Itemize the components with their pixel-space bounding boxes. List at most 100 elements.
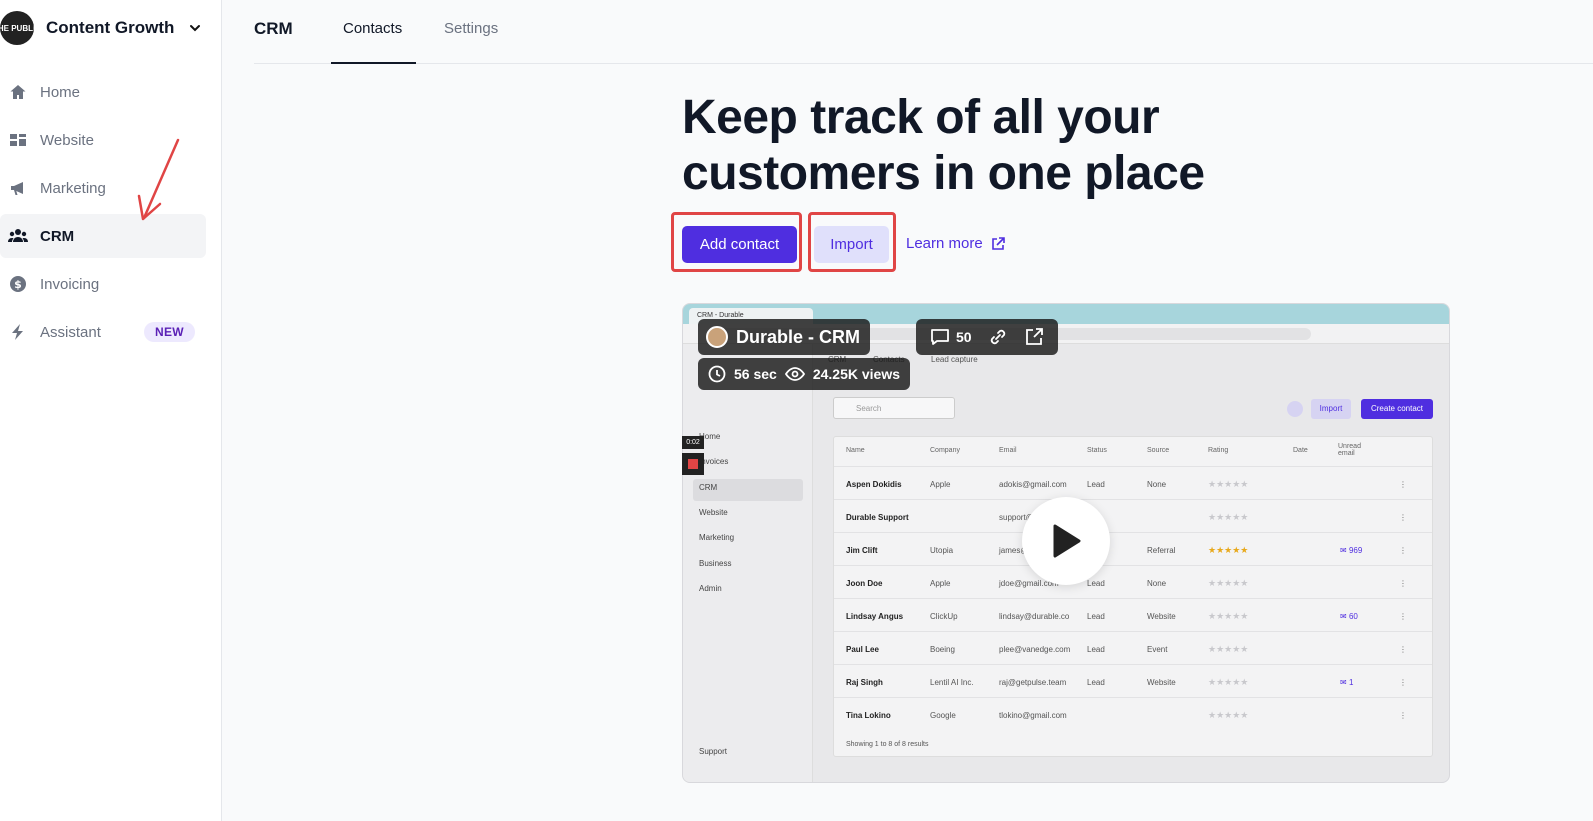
home-icon	[8, 82, 28, 102]
video-cell-status: Lead	[1087, 645, 1105, 654]
sidebar-item-assistant[interactable]: Assistant NEW	[0, 310, 206, 354]
video-settings-icon	[1287, 401, 1303, 417]
megaphone-icon	[8, 178, 28, 198]
video-title: Durable - CRM	[736, 326, 861, 347]
video-nav-admin: Admin	[699, 584, 722, 593]
open-external-icon[interactable]	[1024, 327, 1044, 347]
video-cell-email: raj@getpulse.team	[999, 678, 1067, 687]
page-title: Keep track of all your customers in one …	[682, 90, 1205, 202]
more-options-icon: ⋮	[1399, 711, 1407, 720]
video-cell-unread: ✉ 60	[1340, 612, 1358, 621]
video-cell-name: Tina Lokino	[846, 711, 891, 720]
video-cell-company: Apple	[930, 579, 951, 588]
mail-icon: ✉	[1340, 546, 1349, 555]
top-tab-bar: CRM Contacts Settings	[254, 0, 1593, 64]
section-title: CRM	[254, 19, 293, 38]
new-badge: NEW	[144, 322, 195, 342]
video-cell-name: Paul Lee	[846, 645, 879, 654]
video-cell-status: Lead	[1087, 678, 1105, 687]
video-cell-company: Boeing	[930, 645, 955, 654]
video-cell-source: Referral	[1147, 546, 1176, 555]
video-nav-marketing: Marketing	[699, 533, 735, 542]
rating-stars-icon: ★★★★★	[1208, 611, 1249, 621]
video-cell-unread: ✉ 1	[1340, 678, 1353, 687]
play-icon	[1053, 524, 1081, 558]
sidebar: THE PUBLIC Content Growth Home Website M…	[0, 0, 222, 821]
workspace-name: Content Growth	[46, 18, 175, 37]
workspace-logo: THE PUBLIC	[0, 11, 34, 45]
sidebar-item-label: Invoicing	[40, 275, 100, 293]
sidebar-item-home[interactable]: Home	[0, 70, 206, 114]
learn-more-link[interactable]: Learn more	[906, 235, 1005, 252]
video-cell-company: ClickUp	[930, 612, 958, 621]
video-table-row: Tina Lokino Google tlokino@gmail.com ★★★★★ ⋮	[834, 697, 1432, 730]
video-duration: 56 sec	[734, 366, 777, 382]
unread-count: 60	[1348, 612, 1358, 621]
tab-settings[interactable]: Settings	[444, 20, 498, 37]
rating-stars-icon: ★★★★★	[1208, 512, 1249, 522]
video-cell-source: Event	[1147, 645, 1168, 654]
rating-stars-icon: ★★★★★	[1208, 710, 1249, 720]
video-cell-email: plee@vanedge.com	[999, 645, 1071, 654]
video-actions-overlay: 50	[916, 319, 1058, 355]
stop-recording-icon[interactable]	[682, 453, 704, 475]
add-contact-button[interactable]: Add contact	[682, 226, 797, 263]
unread-count: 969	[1348, 546, 1363, 555]
page-title-line-2: customers in one place	[682, 147, 1205, 200]
sidebar-item-label: Assistant	[40, 323, 101, 341]
video-col-rating: Rating	[1208, 447, 1229, 454]
video-cell-email: adokis@gmail.com	[999, 480, 1067, 489]
more-options-icon: ⋮	[1399, 612, 1407, 621]
annotation-arrow-icon	[137, 138, 180, 221]
more-options-icon: ⋮	[1399, 678, 1407, 687]
mail-icon: ✉	[1340, 612, 1349, 621]
more-options-icon: ⋮	[1399, 579, 1407, 588]
video-cell-company: Utopia	[930, 546, 954, 555]
video-cell-source: Website	[1147, 678, 1176, 687]
workspace-switcher[interactable]: THE PUBLIC Content Growth	[0, 10, 202, 46]
video-cell-name: Durable Support	[846, 513, 909, 522]
more-options-icon: ⋮	[1399, 546, 1407, 555]
more-options-icon: ⋮	[1399, 645, 1407, 654]
video-cell-company: Lentil AI Inc.	[930, 678, 974, 687]
rating-stars-icon: ★★★★★	[1208, 578, 1249, 588]
rating-stars-icon: ★★★★★	[1208, 644, 1249, 654]
video-table-row: Durable Support support@ ★★★★★ ⋮	[834, 499, 1432, 532]
sidebar-item-label: CRM	[40, 227, 75, 245]
play-button[interactable]	[1022, 497, 1110, 585]
learn-more-label: Learn more	[906, 235, 983, 252]
sidebar-item-label: Marketing	[40, 179, 106, 197]
website-icon	[8, 130, 28, 150]
video-col-company: Company	[930, 447, 960, 454]
clock-icon	[708, 365, 726, 383]
chevron-down-icon[interactable]	[188, 21, 202, 35]
dollar-icon: $	[8, 274, 28, 294]
sidebar-item-invoicing[interactable]: $ Invoicing	[0, 262, 206, 306]
video-cell-source: None	[1147, 579, 1167, 588]
video-contacts-table: Name Company Email Status Source Rating …	[833, 436, 1433, 757]
video-nav-support: Support	[699, 747, 728, 756]
video-table-row: Jim Clift Utopia james@ Referral ★★★★★ ✉ 969 ⋮	[834, 532, 1432, 565]
rating-stars-icon: ★★★★★	[1208, 545, 1249, 555]
video-tab-lead-capture: Lead capture	[931, 355, 978, 364]
eye-icon	[784, 367, 805, 381]
video-import-button: Import	[1311, 399, 1351, 419]
sidebar-item-label: Home	[40, 83, 81, 101]
rating-stars-icon: ★★★★★	[1208, 677, 1249, 687]
video-table-row: Raj Singh Lentil AI Inc. raj@getpulse.team…	[834, 664, 1432, 697]
video-col-unread: Unread email	[1338, 443, 1361, 457]
unread-count: 1	[1348, 678, 1354, 687]
external-link-icon	[991, 236, 1005, 250]
link-icon[interactable]	[988, 327, 1008, 347]
video-nav-website: Website	[699, 508, 728, 517]
video-cell-source: Website	[1147, 612, 1176, 621]
video-col-status: Status	[1087, 447, 1107, 454]
video-cell-name: Joon Doe	[846, 579, 883, 588]
video-cell-status: Lead	[1087, 480, 1105, 489]
import-button[interactable]: Import	[814, 226, 889, 263]
video-col-name: Name	[846, 447, 865, 454]
video-stats-overlay: 56 sec 24.25K views	[698, 358, 910, 390]
video-views: 24.25K views	[812, 366, 900, 382]
comments-button[interactable]: 50	[930, 328, 972, 346]
tab-contacts[interactable]: Contacts	[343, 20, 402, 37]
